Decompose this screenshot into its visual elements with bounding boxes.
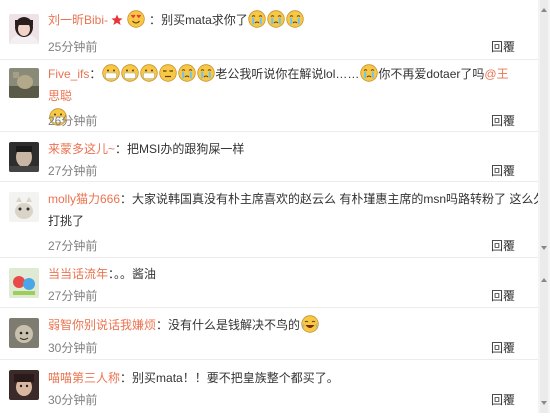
mask-emoji-icon <box>121 64 139 82</box>
comment-body: 当当话流年：。。酱油 <box>48 263 542 285</box>
comment-item: 当当话流年：。。酱油 27分钟前 回覆 <box>0 258 550 308</box>
avatar[interactable] <box>9 318 39 348</box>
comment-text: 。。酱油 <box>114 267 157 281</box>
colon-separator: ： <box>120 371 133 385</box>
cry-emoji-icon <box>360 64 378 82</box>
username-link[interactable]: 来蒙多这儿~ <box>48 142 115 156</box>
comment-feed: 刘一昕Bibi- ：别买mata求你了 25分钟前 回覆 Five_ifs： 老公… <box>0 0 550 413</box>
username-link[interactable]: Five_ifs <box>48 67 89 81</box>
comment-body: 喵喵第三人称：别买mata！！要不把皇族整个都买了。 <box>48 367 542 389</box>
comment-item: 来蒙多这儿~：把MSI办的跟狗屎一样 27分钟前 回覆 <box>0 132 550 182</box>
scrollbar[interactable] <box>538 0 550 413</box>
reply-button[interactable]: 回覆 <box>491 391 515 408</box>
comment-time: 30分钟前 <box>48 393 98 407</box>
colon-separator: ： <box>120 192 133 206</box>
reply-button[interactable]: 回覆 <box>491 237 515 254</box>
comment-item: molly猫力666：大家说韩国真没有朴主席喜欢的赵云么 有朴瑾惠主席的msn吗… <box>0 182 550 258</box>
colon-separator: ： <box>149 13 162 27</box>
cry-emoji-icon <box>267 10 285 28</box>
comment-time: 27分钟前 <box>48 164 98 178</box>
heart-eyes-emoji-icon <box>127 10 145 28</box>
comment-text: 别买mata求你了 <box>161 13 248 27</box>
username-link[interactable]: 刘一昕Bibi- <box>48 13 108 27</box>
mask-emoji-icon <box>102 64 120 82</box>
avatar[interactable] <box>9 370 39 400</box>
avatar[interactable] <box>9 14 39 44</box>
cry-emoji-icon <box>178 64 196 82</box>
comment-item: 弱智你别说话我嫌烦：没有什么是钱解决不鸟的 30分钟前 回覆 <box>0 308 550 360</box>
colon-separator: ： <box>156 318 169 332</box>
comment-time: 25分钟前 <box>48 40 98 54</box>
comment-item: 刘一昕Bibi- ：别买mata求你了 25分钟前 回覆 <box>0 0 550 60</box>
comment-body: molly猫力666：大家说韩国真没有朴主席喜欢的赵云么 有朴瑾惠主席的msn吗… <box>48 188 550 232</box>
star-badge-icon <box>111 14 123 25</box>
comment-text: 把MSI办的跟狗屎一样 <box>127 142 245 156</box>
comment-text: 没有什么是钱解决不鸟的 <box>168 318 301 332</box>
scrollbar-track[interactable] <box>538 0 550 413</box>
avatar[interactable] <box>9 142 39 172</box>
sulk-emoji-icon <box>159 64 177 82</box>
username-link[interactable]: molly猫力666 <box>48 192 120 206</box>
avatar[interactable] <box>9 68 39 98</box>
cry-emoji-icon <box>286 10 304 28</box>
comment-text: 老公我听说你在解说lol…… <box>215 67 360 81</box>
username-link[interactable]: 弱智你别说话我嫌烦 <box>48 318 156 332</box>
reply-button[interactable]: 回覆 <box>491 38 515 55</box>
comment-text: 别买mata！！要不把皇族整个都买了。 <box>132 371 339 385</box>
comment-body: 刘一昕Bibi- ：别买mata求你了 <box>48 9 542 31</box>
comment-item: 喵喵第三人称：别买mata！！要不把皇族整个都买了。 30分钟前 回覆 <box>0 360 550 413</box>
reply-button[interactable]: 回覆 <box>491 112 515 129</box>
comment-text: 你不再爱dotaer了吗 <box>378 67 485 81</box>
comment-item: Five_ifs： 老公我听说你在解说lol…… 你不再爱dotaer了吗@王思聪 … <box>0 60 550 132</box>
comment-body: Five_ifs： 老公我听说你在解说lol…… 你不再爱dotaer了吗@王思聪 <box>48 63 518 129</box>
comment-time: 30分钟前 <box>48 341 98 355</box>
username-link[interactable]: 喵喵第三人称 <box>48 371 120 385</box>
mask-emoji-icon <box>140 64 158 82</box>
colon-separator: ： <box>115 142 128 156</box>
reply-button[interactable]: 回覆 <box>491 162 515 179</box>
comment-body: 弱智你别说话我嫌烦：没有什么是钱解决不鸟的 <box>48 314 542 336</box>
avatar[interactable] <box>9 192 39 222</box>
cry-emoji-icon <box>197 64 215 82</box>
cry-emoji-icon <box>248 10 266 28</box>
avatar[interactable] <box>9 268 39 298</box>
username-link[interactable]: 当当话流年 <box>48 267 108 281</box>
reply-button[interactable]: 回覆 <box>491 287 515 304</box>
reply-button[interactable]: 回覆 <box>491 339 515 356</box>
comment-time: 27分钟前 <box>48 239 98 253</box>
comment-time: 26分钟前 <box>48 114 98 128</box>
comment-body: 来蒙多这儿~：把MSI办的跟狗屎一样 <box>48 138 542 160</box>
comment-time: 27分钟前 <box>48 289 98 303</box>
colon-separator: ： <box>89 67 102 81</box>
laugh-cry-emoji-icon <box>301 315 319 333</box>
